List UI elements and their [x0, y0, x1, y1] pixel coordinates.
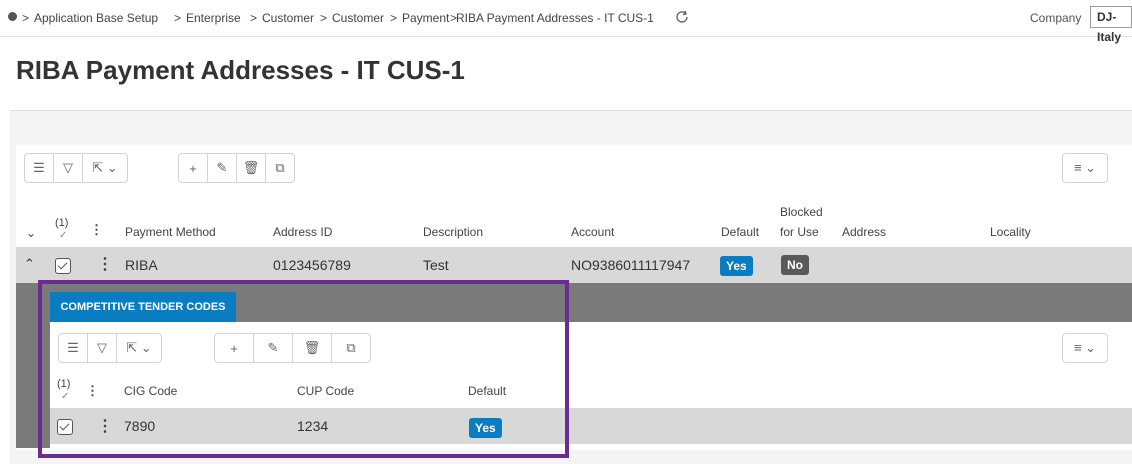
breadcrumb-item-enterprise[interactable]: Enterprise	[186, 11, 241, 25]
breadcrumb-separator: >	[320, 11, 328, 25]
refresh-icon[interactable]	[674, 9, 690, 25]
col-blocked-line1[interactable]: Blocked	[780, 205, 823, 219]
add-icon[interactable]: +	[179, 154, 208, 182]
view-options-icon[interactable]: ≡ ⌄	[1063, 334, 1107, 362]
delete-icon[interactable]: 🗑	[237, 154, 266, 182]
row-checkbox[interactable]	[55, 258, 71, 274]
col-address-id[interactable]: Address ID	[273, 225, 332, 239]
breadcrumb-separator: >	[250, 11, 258, 25]
export-icon[interactable]: ⇱ ⌄	[83, 154, 127, 182]
breadcrumb-item-application-base-setup[interactable]: Application Base Setup	[34, 11, 158, 25]
toolbar-group-view: ☰ ▽ ⇱ ⌄	[24, 153, 128, 183]
col-description[interactable]: Description	[423, 225, 483, 239]
col-account[interactable]: Account	[571, 225, 614, 239]
view-options-icon[interactable]: ≡ ⌄	[1063, 154, 1107, 182]
row-menu-icon[interactable]: ⋮	[97, 257, 113, 273]
breadcrumb-item-customer[interactable]: Customer	[262, 11, 314, 25]
edit-icon[interactable]: ✎	[208, 154, 237, 182]
copy-icon[interactable]: ⧉	[266, 154, 294, 182]
cell-payment-method: RIBA	[125, 257, 158, 273]
highlight-frame	[38, 280, 569, 458]
select-all-check-icon[interactable]: ✓	[59, 230, 67, 241]
selected-count: (1)	[55, 217, 69, 229]
collapse-row-icon[interactable]: ⌃	[24, 256, 35, 272]
detail-view-options: ≡ ⌄	[1062, 333, 1108, 363]
home-icon[interactable]	[8, 12, 17, 21]
col-locality[interactable]: Locality	[990, 225, 1031, 239]
col-payment-method[interactable]: Payment Method	[125, 225, 216, 239]
breadcrumb-separator: >	[174, 11, 182, 25]
breadcrumb-item-current: RIBA Payment Addresses - IT CUS-1	[456, 11, 654, 25]
collapse-all-icon[interactable]: ⌄	[26, 226, 36, 240]
cell-description: Test	[423, 257, 449, 273]
list-icon[interactable]: ☰	[25, 154, 54, 182]
status-badge-blocked: No	[781, 255, 809, 275]
breadcrumb-item-customer-2[interactable]: Customer	[332, 11, 384, 25]
col-blocked-line2[interactable]: for Use	[780, 225, 819, 239]
cell-account: NO9386011117947	[571, 257, 691, 273]
status-badge-default: Yes	[720, 256, 753, 276]
company-selector[interactable]: DJ- Italy	[1090, 6, 1132, 44]
toolbar-group-edit: + ✎ 🗑 ⧉	[178, 153, 295, 183]
breadcrumb-separator: >	[390, 11, 398, 25]
page-title: RIBA Payment Addresses - IT CUS-1	[16, 55, 465, 85]
filter-icon[interactable]: ▽	[54, 154, 83, 182]
cell-address-id: 0123456789	[273, 257, 351, 273]
breadcrumb-item-payment[interactable]: Payment	[402, 11, 449, 25]
breadcrumb-separator: >	[22, 11, 30, 25]
col-address[interactable]: Address	[842, 225, 886, 239]
company-label: Company	[1030, 11, 1082, 25]
col-default[interactable]: Default	[721, 225, 759, 239]
view-options: ≡ ⌄	[1062, 153, 1108, 183]
column-options-icon[interactable]: ⋮	[90, 222, 103, 238]
